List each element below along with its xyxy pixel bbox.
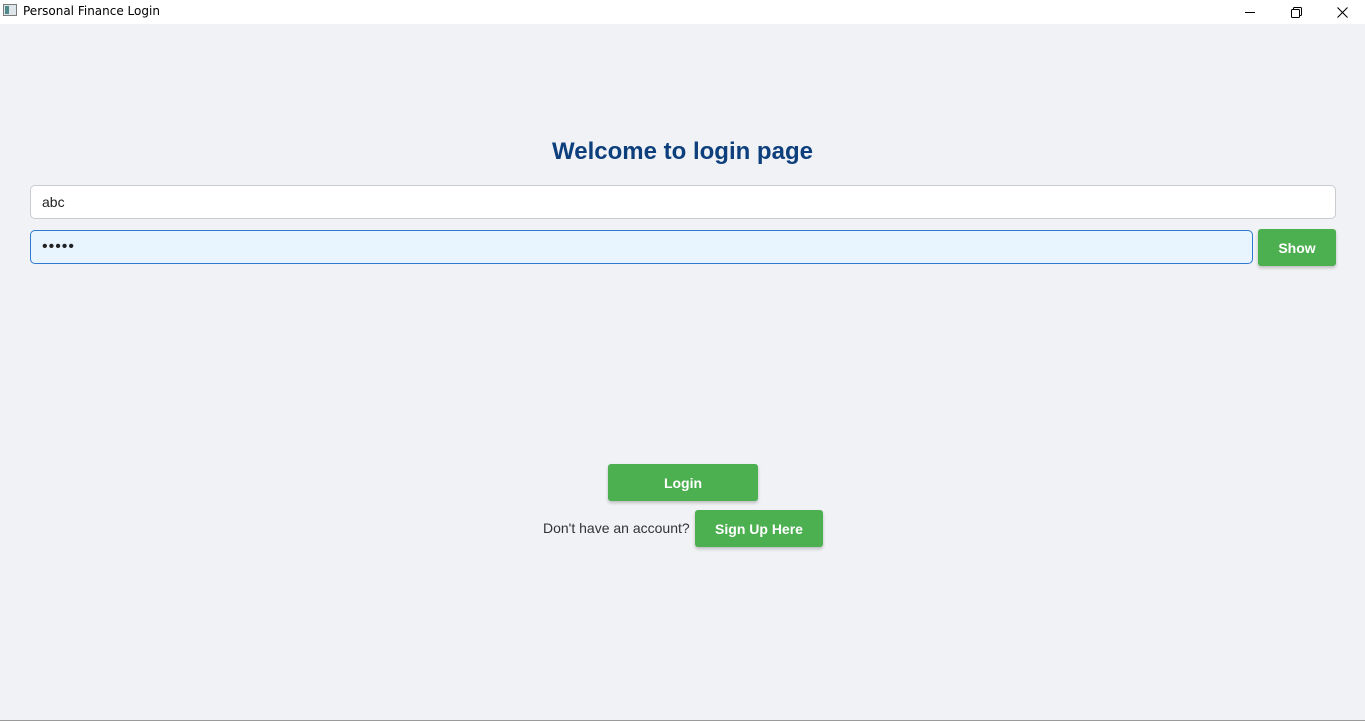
login-window: Personal Finance Login Welcome to login …	[0, 0, 1365, 721]
app-icon	[3, 4, 17, 16]
username-input[interactable]	[30, 185, 1336, 219]
close-button[interactable]	[1319, 0, 1365, 24]
signup-prompt: Don't have an account?	[543, 520, 690, 536]
page-title: Welcome to login page	[552, 138, 813, 165]
title-bar: Personal Finance Login	[0, 0, 1365, 24]
show-password-button[interactable]: Show	[1258, 229, 1336, 266]
minimize-button[interactable]	[1227, 0, 1273, 24]
restore-button[interactable]	[1273, 0, 1319, 24]
password-input[interactable]	[30, 230, 1253, 264]
restore-icon	[1290, 6, 1302, 18]
login-button[interactable]: Login	[608, 464, 758, 501]
window-title: Personal Finance Login	[23, 4, 160, 18]
close-icon	[1336, 6, 1348, 18]
signup-button[interactable]: Sign Up Here	[695, 510, 823, 547]
minimize-icon	[1245, 12, 1255, 13]
